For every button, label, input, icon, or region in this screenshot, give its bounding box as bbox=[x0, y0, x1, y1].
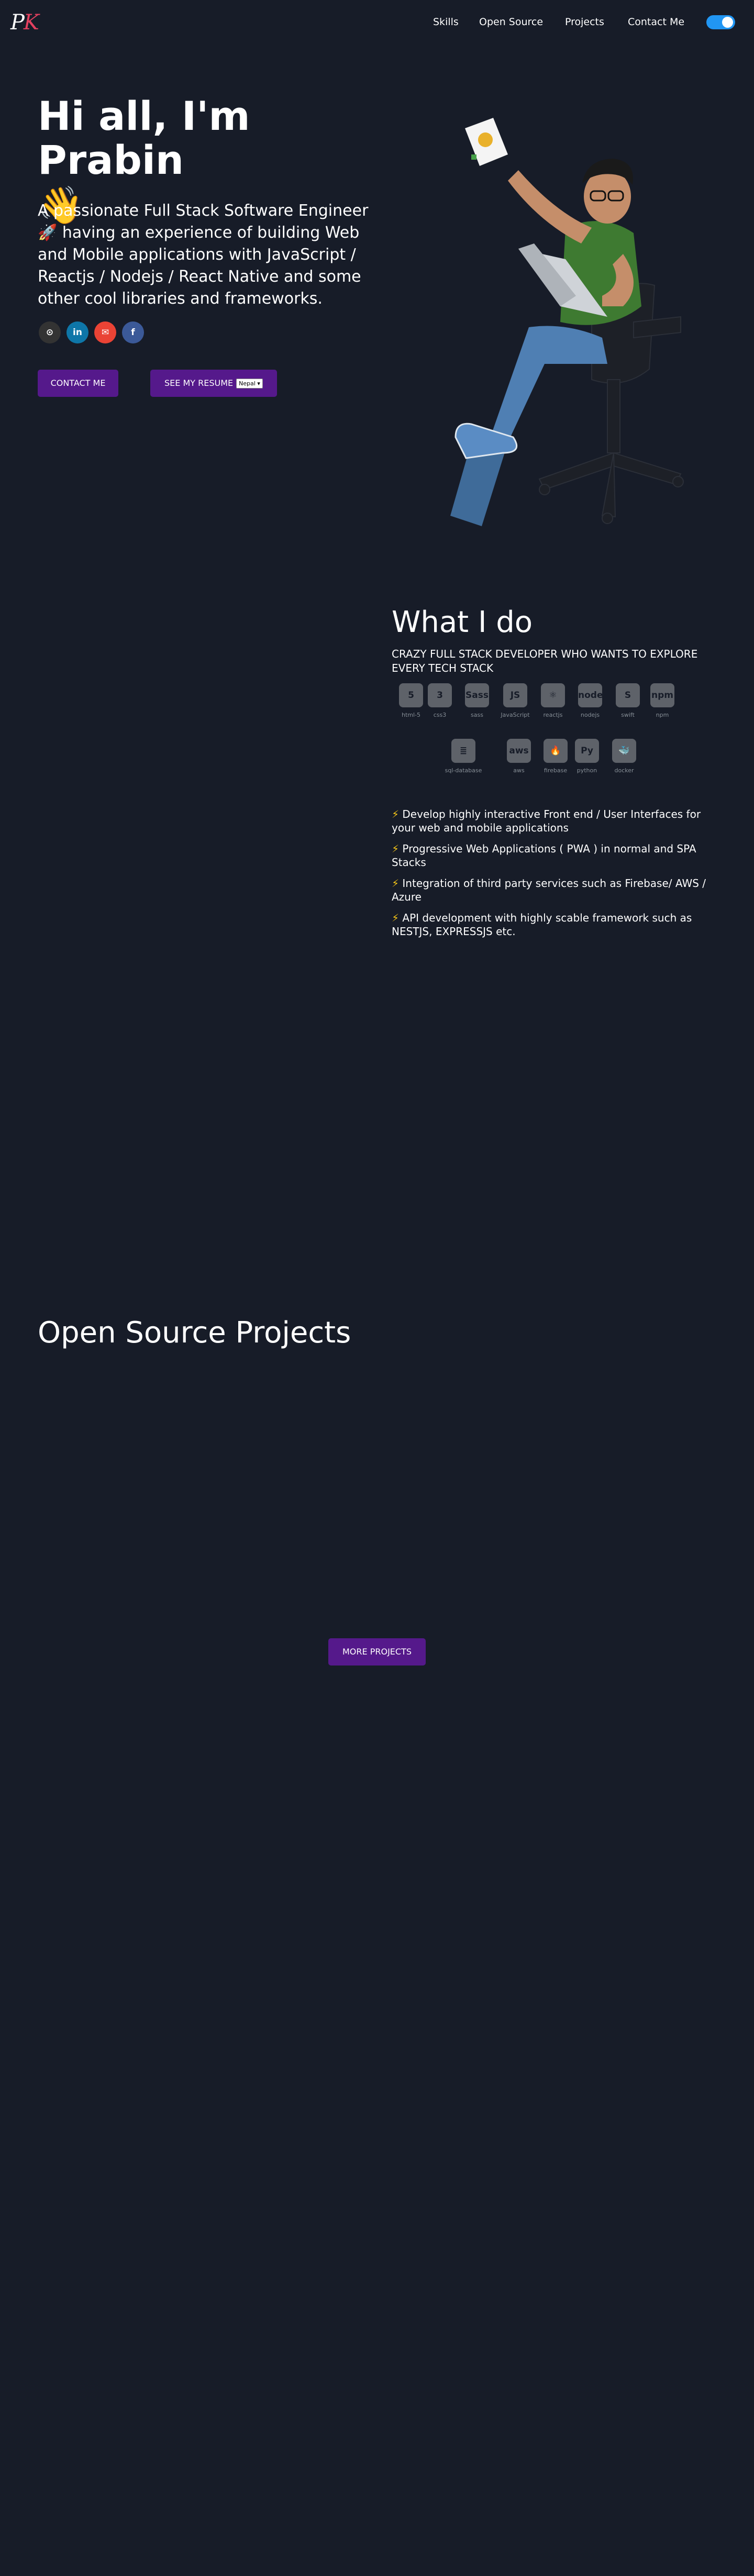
bullet-text: Progressive Web Applications ( PWA ) in … bbox=[392, 842, 696, 869]
more-projects-button[interactable]: MORE PROJECTS bbox=[328, 1638, 426, 1665]
head bbox=[582, 159, 633, 224]
dark-mode-toggle[interactable] bbox=[706, 15, 735, 29]
bolt-icon: ⚡ bbox=[392, 912, 400, 924]
skill-name: npm bbox=[656, 712, 669, 718]
open-source-title: Open Source Projects bbox=[38, 1316, 351, 1350]
greeting-text: Hi all, I'm Prabin bbox=[38, 93, 250, 183]
react-icon: ⚛ bbox=[541, 683, 565, 707]
skill-bullet: ⚡ Develop highly interactive Front end /… bbox=[392, 807, 727, 835]
facebook-icon[interactable]: f bbox=[122, 321, 144, 343]
bullet-text: Integration of third party services such… bbox=[392, 877, 706, 903]
css3-icon: 3 bbox=[428, 683, 452, 707]
skill-item: npm npm bbox=[640, 683, 685, 719]
resume-language-select[interactable]: Nepal ▾ bbox=[236, 379, 263, 388]
resume-button-label: SEE MY RESUME bbox=[164, 378, 234, 388]
sass-icon: Sass bbox=[465, 683, 489, 707]
github-icon[interactable]: ⊙ bbox=[39, 321, 61, 343]
nav-projects[interactable]: Projects bbox=[565, 15, 604, 29]
toggle-knob bbox=[722, 17, 733, 28]
contact-me-button[interactable]: CONTACT ME bbox=[38, 370, 118, 397]
what-i-do-subtitle: CRAZY FULL STACK DEVELOPER WHO WANTS TO … bbox=[392, 648, 698, 674]
nodejs-icon: node bbox=[578, 683, 603, 707]
see-resume-button[interactable]: SEE MY RESUME Nepal ▾ bbox=[150, 370, 277, 397]
aws-icon: aws bbox=[507, 739, 531, 763]
resume-language-value: Nepal bbox=[239, 380, 256, 387]
nav-open-source[interactable]: Open Source bbox=[479, 15, 543, 29]
skill-name: docker bbox=[614, 767, 634, 774]
skill-bullet: ⚡ Progressive Web Applications ( PWA ) i… bbox=[392, 842, 727, 869]
bolt-icon: ⚡ bbox=[392, 842, 400, 855]
what-i-do-title: What I do bbox=[392, 605, 533, 639]
npm-icon: npm bbox=[650, 683, 674, 707]
skill-bullet: ⚡ API development with highly scable fra… bbox=[392, 911, 727, 938]
bullet-text: Develop highly interactive Front end / U… bbox=[392, 808, 701, 834]
skill-item: 🐳 docker bbox=[602, 739, 647, 774]
developer-illustration bbox=[450, 118, 684, 526]
nav-skills[interactable]: Skills bbox=[433, 15, 459, 29]
python-icon: Py bbox=[575, 739, 599, 763]
hero-subtitle: A passionate Full Stack Software Enginee… bbox=[38, 202, 369, 308]
site-header: PK Skills Open Source Projects Contact M… bbox=[0, 0, 754, 44]
javascript-icon: JS bbox=[503, 683, 527, 707]
docker-icon: 🐳 bbox=[612, 739, 636, 763]
skill-bullet: ⚡ Integration of third party services su… bbox=[392, 876, 727, 904]
bullet-text: API development with highly scable frame… bbox=[392, 912, 692, 938]
site-logo[interactable]: PK bbox=[10, 9, 39, 36]
jeans bbox=[492, 326, 607, 442]
skill-item: ≣ sql-database bbox=[441, 739, 486, 774]
logo-letter-p: P bbox=[10, 10, 25, 35]
gmail-icon[interactable]: ✉ bbox=[94, 321, 116, 343]
nav-contact-me[interactable]: Contact Me bbox=[628, 15, 684, 29]
bolt-icon: ⚡ bbox=[392, 877, 400, 890]
mug bbox=[465, 118, 508, 166]
skill-name: sql-database bbox=[445, 767, 482, 774]
database-icon: ≣ bbox=[451, 739, 475, 763]
bolt-icon: ⚡ bbox=[392, 808, 400, 820]
logo-letter-k: K bbox=[23, 10, 39, 35]
swift-icon: S bbox=[616, 683, 640, 707]
raised-arm bbox=[508, 170, 592, 243]
linkedin-icon[interactable]: in bbox=[66, 321, 88, 343]
